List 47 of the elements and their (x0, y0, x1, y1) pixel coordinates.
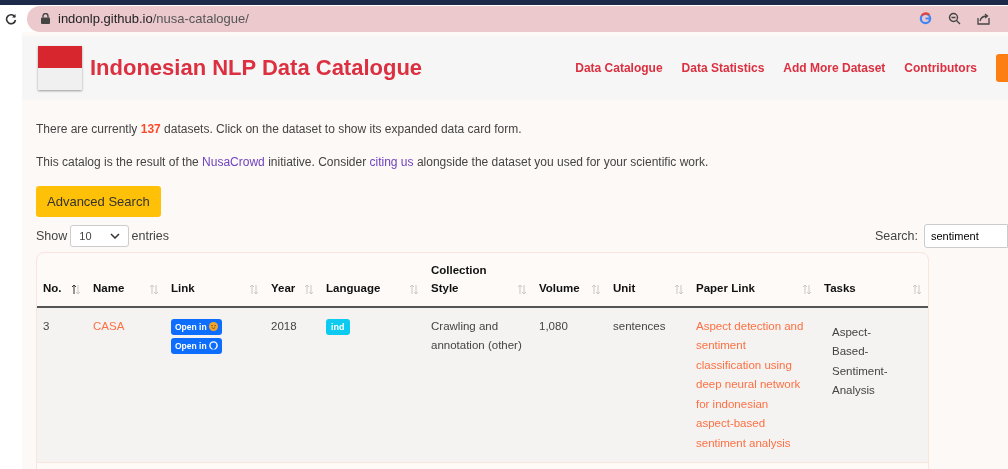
table-cell: 2018 (265, 306, 320, 463)
column-header[interactable]: No. (37, 253, 87, 307)
show-label: Show (36, 229, 68, 243)
entries-select[interactable]: 10 (70, 225, 129, 247)
open-in-button[interactable]: Open in (171, 318, 222, 335)
github-icon (208, 341, 218, 351)
nav-link[interactable]: Contributors (904, 61, 977, 75)
table-cell: sentences (607, 306, 690, 463)
column-header[interactable]: Year (265, 253, 320, 307)
nav-link[interactable]: Data Statistics (681, 61, 765, 75)
column-header[interactable]: Language (320, 253, 425, 307)
url-text: indonlp.github.io/nusa-catalogue/ (58, 11, 249, 26)
table-cell: 1,080 (533, 306, 607, 463)
search-label: Search: (874, 229, 918, 243)
column-header[interactable]: Unit (607, 253, 690, 307)
flag-icon (38, 46, 82, 90)
column-header[interactable]: Collection Style (425, 253, 533, 307)
site-title[interactable]: Indonesian NLP Data Catalogue (90, 55, 423, 81)
share-icon[interactable] (977, 12, 990, 25)
table-cell: Crawling and annotation (other) (425, 306, 533, 463)
column-header[interactable]: Name (87, 253, 165, 307)
language-badge: ind (326, 318, 350, 335)
address-bar[interactable]: indonlp.github.io/nusa-catalogue/ (27, 5, 1008, 32)
table-cell: 3 (37, 306, 87, 463)
open-in-button[interactable]: Open in (171, 337, 222, 354)
chevron-down-icon (109, 233, 120, 239)
google-icon[interactable] (919, 12, 932, 25)
nav-link[interactable]: Add More Dataset (783, 61, 886, 75)
text-link[interactable]: citing us (369, 155, 414, 169)
smiley-icon (208, 322, 218, 332)
task-text: Aspect-Based-Sentiment-Analysis (831, 324, 889, 399)
nav-link[interactable]: Data Catalogue (575, 61, 663, 75)
reload-icon[interactable] (5, 12, 17, 25)
intro-text: There are currently 137 datasets. Click on the dataset to show its expanded data card form. (36, 122, 523, 136)
entries-label: entries (131, 229, 170, 243)
column-header[interactable]: Paper Link (690, 253, 818, 307)
intro-text: This catalog is the result of the NusaCrowd initiative. Consider citing us alongside the dataset you used for your scientific work. (36, 155, 710, 169)
column-header[interactable]: Volume (533, 253, 607, 307)
lock-icon (41, 13, 50, 24)
sort-icon[interactable] (71, 283, 81, 295)
column-header[interactable]: Link (165, 253, 265, 307)
text-link[interactable]: NusaCrowd (202, 155, 265, 169)
column-header[interactable]: Tasks (818, 253, 928, 307)
header-button[interactable] (996, 54, 1008, 82)
zoom-icon[interactable] (948, 12, 961, 25)
advanced-search-button[interactable]: Advanced Search (36, 186, 161, 217)
search-field[interactable]: sentiment (924, 224, 1008, 248)
